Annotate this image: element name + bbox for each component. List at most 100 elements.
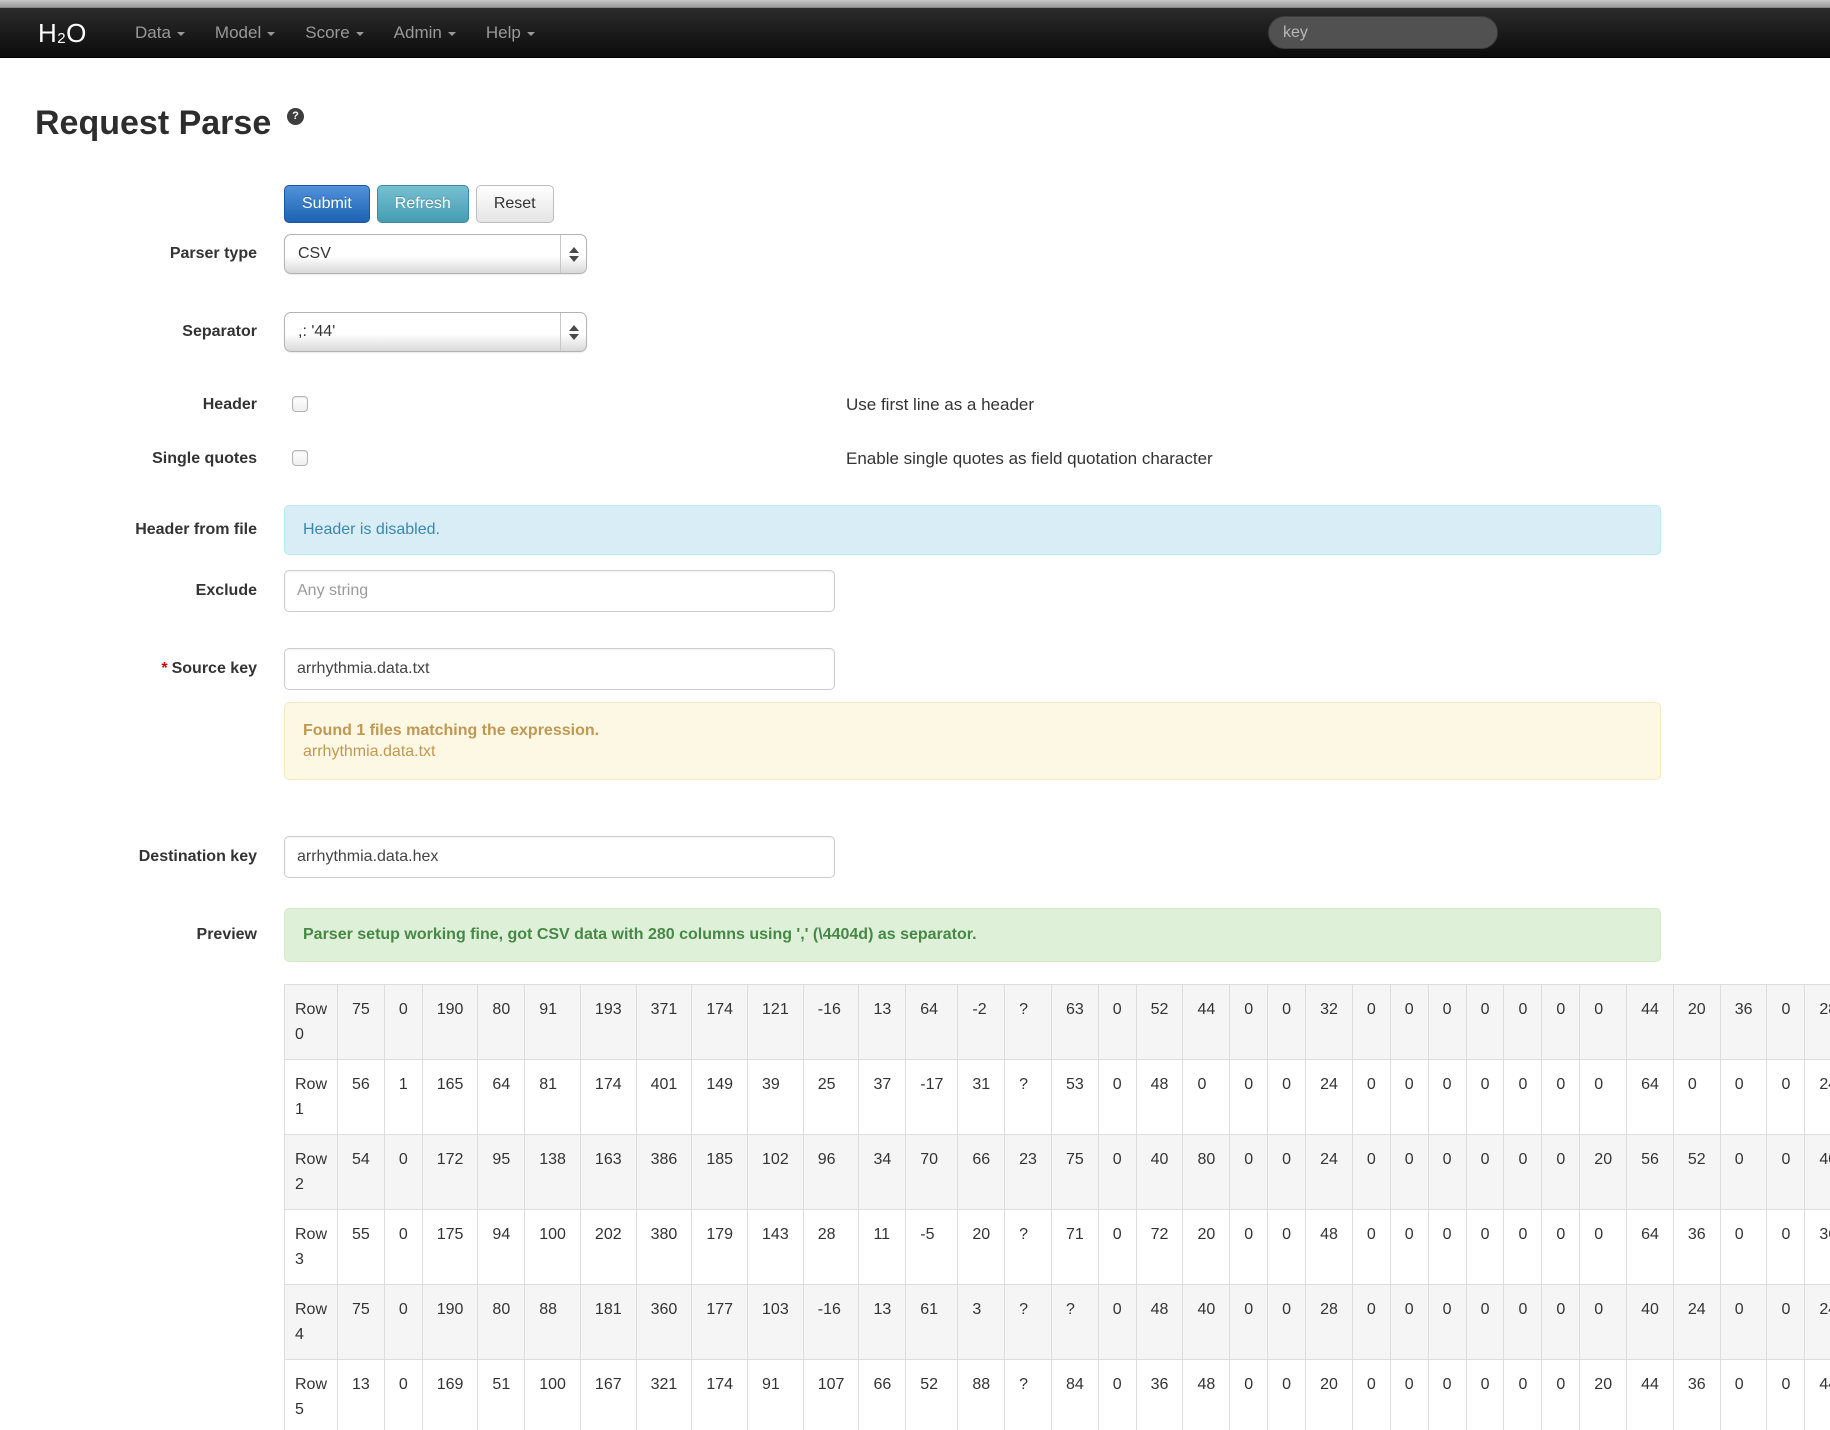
table-cell: 0	[1389, 1209, 1429, 1285]
nav-item-model[interactable]: Model	[200, 8, 290, 58]
single-quotes-checkbox[interactable]	[292, 450, 308, 466]
table-cell: 20	[1579, 1359, 1628, 1430]
table-row: Row 2 54 0 172 95 138 163 386 185 102 96 34 70 66 23 75…	[284, 1134, 1830, 1210]
table-cell: 0	[1427, 1134, 1467, 1210]
screen-top-strip	[0, 0, 1830, 8]
nav-item-data[interactable]: Data	[120, 8, 200, 58]
table-cell: 185	[691, 1134, 749, 1210]
nav-item-label: Model	[214, 23, 262, 42]
table-cell: 0	[383, 1209, 423, 1285]
table-cell: 0	[1719, 1209, 1768, 1285]
table-cell: 0	[1182, 1059, 1231, 1135]
table-cell: 75	[1050, 1134, 1099, 1210]
table-cell: 88	[524, 1284, 581, 1360]
h2o-logo[interactable]: H2O	[38, 8, 87, 58]
table-cell: 11	[858, 1209, 907, 1285]
table-cell: 48	[1135, 1284, 1184, 1360]
table-cell: 80	[477, 1284, 526, 1360]
destination-key-input[interactable]	[284, 836, 835, 878]
table-cell: ?	[1004, 1284, 1052, 1360]
table-cell: 40	[1182, 1284, 1231, 1360]
submit-button[interactable]: Submit	[284, 185, 370, 223]
table-cell: 52	[905, 1359, 959, 1430]
table-cell: 53	[1050, 1059, 1099, 1135]
table-cell: 96	[802, 1134, 860, 1210]
table-cell: 48	[1182, 1359, 1231, 1430]
table-cell: 0	[1541, 1359, 1581, 1430]
table-cell: 0	[1267, 1209, 1307, 1285]
table-cell: 0	[383, 1284, 423, 1360]
help-icon[interactable]: ?	[287, 108, 304, 125]
table-cell: 28	[1305, 1284, 1353, 1360]
table-cell: 0	[1097, 1284, 1137, 1360]
table-cell: 44	[1804, 1359, 1830, 1430]
nav-item-score[interactable]: Score	[290, 8, 378, 58]
table-cell: 44	[1626, 984, 1674, 1060]
row-label-cell: Row 5	[284, 1359, 339, 1430]
table-cell: 61	[905, 1284, 959, 1360]
table-cell: 32	[1305, 984, 1353, 1060]
table-row: Row 3 55 0 175 94 100 202 380 179 143 28 11 -5 20? 71 0…	[284, 1209, 1830, 1285]
parser-type-select[interactable]: CSV	[284, 234, 587, 274]
navbar: H2O Data Model Score Admin Help	[0, 8, 1830, 58]
table-cell: 172	[421, 1134, 479, 1210]
table-cell: 0	[1579, 1059, 1628, 1135]
table-cell: 100	[524, 1209, 581, 1285]
table-cell: 63	[1050, 984, 1099, 1060]
table-cell: 1	[383, 1059, 423, 1135]
table-cell: 56	[337, 1059, 385, 1135]
table-cell: 24	[1305, 1059, 1353, 1135]
table-cell: 0	[1579, 1209, 1628, 1285]
reset-button[interactable]: Reset	[475, 185, 554, 223]
table-cell: 66	[858, 1359, 907, 1430]
table-cell: 174	[579, 1059, 637, 1135]
table-cell: 0	[1465, 1359, 1505, 1430]
table-cell: 0	[1267, 1284, 1307, 1360]
table-cell: 28	[1804, 984, 1830, 1060]
table-cell: 24	[1804, 1284, 1830, 1360]
row-label-cell: Row 2	[284, 1134, 339, 1210]
preview-table-container[interactable]: Row 0 75 0 190 80 91 193 371 174 121 -16 13 64 -2? 63 0…	[284, 984, 1830, 1430]
table-cell: 24	[1672, 1284, 1721, 1360]
single-quotes-row: Single quotes Enable single quotes as fi…	[0, 448, 1830, 470]
table-cell: 3	[957, 1284, 1006, 1360]
table-cell: 360	[635, 1284, 693, 1360]
table-cell: 0	[1389, 1359, 1429, 1430]
files-match-message: Found 1 files matching the expression.	[303, 721, 600, 739]
table-cell: 181	[579, 1284, 637, 1360]
table-cell: 380	[635, 1209, 693, 1285]
table-cell: 0	[383, 984, 423, 1060]
table-cell: 0	[1503, 1284, 1543, 1360]
table-cell: 0	[1427, 1209, 1467, 1285]
table-cell: 0	[1579, 1284, 1628, 1360]
table-cell: 0	[1351, 984, 1391, 1060]
table-cell: 143	[747, 1209, 804, 1285]
select-arrows-icon	[560, 235, 586, 273]
key-search-input[interactable]	[1268, 16, 1498, 49]
separator-label: Separator	[182, 323, 257, 340]
nav-item-admin[interactable]: Admin	[379, 8, 471, 58]
required-asterisk: *	[161, 660, 168, 677]
row-label-cell: Row 1	[284, 1059, 339, 1135]
brand-h: H	[38, 17, 58, 48]
table-cell: 0	[1465, 1209, 1505, 1285]
row-label-cell: Row 4	[284, 1284, 339, 1360]
header-checkbox[interactable]	[292, 396, 308, 412]
refresh-button[interactable]: Refresh	[376, 185, 469, 223]
table-cell: 0	[1229, 1284, 1269, 1360]
table-cell: 0	[1465, 1134, 1505, 1210]
source-key-input[interactable]	[284, 648, 835, 690]
table-cell: 94	[477, 1209, 526, 1285]
table-cell: 28	[802, 1209, 860, 1285]
table-cell: 0	[1229, 1359, 1269, 1430]
separator-select[interactable]: ,: '44'	[284, 312, 587, 352]
table-cell: 0	[1719, 1059, 1768, 1135]
page-title: Request Parse	[35, 104, 272, 142]
table-cell: 0	[1541, 1284, 1581, 1360]
nav-item-help[interactable]: Help	[471, 8, 550, 58]
table-cell: 20	[1305, 1359, 1353, 1430]
table-row: Row 1 56 1 165 64 81 174 401 149 39 25 37 -17 31? 53 0 4…	[284, 1059, 1830, 1135]
table-cell: 13	[337, 1359, 385, 1430]
table-cell: 0	[1427, 1284, 1467, 1360]
exclude-input[interactable]	[284, 570, 835, 612]
